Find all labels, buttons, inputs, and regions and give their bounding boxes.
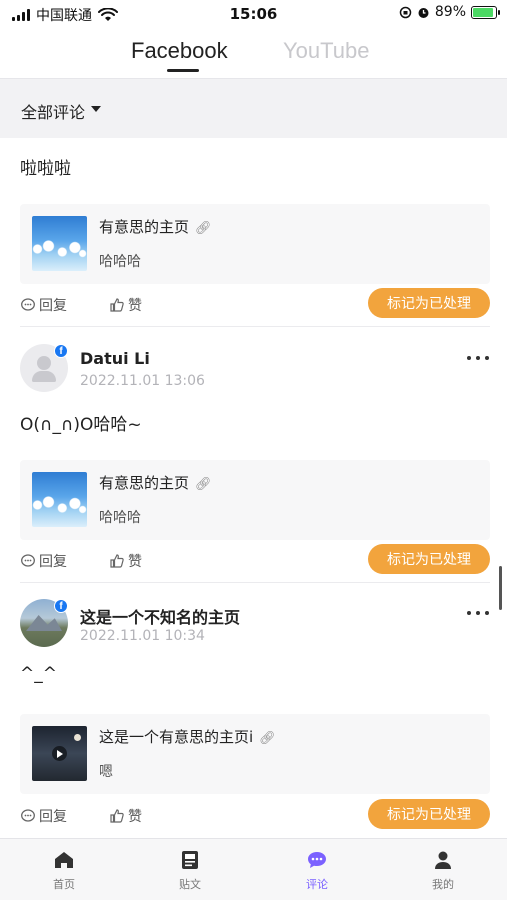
post-thumbnail (32, 472, 87, 527)
scrollbar[interactable] (499, 566, 502, 610)
thumbs-up-icon (110, 809, 124, 823)
nav-home[interactable]: 首页 (24, 849, 104, 892)
status-bar: 中国联通 15:06 89% (0, 0, 507, 28)
more-options-icon[interactable] (467, 356, 489, 360)
filter-bar: 全部评论 (0, 78, 507, 138)
battery-percent: 89% (434, 4, 466, 20)
mark-processed-button[interactable]: 标记为已处理 (368, 544, 490, 574)
home-icon (55, 852, 73, 868)
post-title: 这是一个有意思的主页i 🔗︎ (99, 728, 276, 746)
comment-actions: 回复 赞 标记为已处理 (20, 543, 490, 577)
battery-icon (471, 5, 500, 19)
post-thumbnail (32, 216, 87, 271)
post-card[interactable]: 有意思的主页 🔗︎ 哈哈哈 (20, 460, 490, 540)
bottom-nav: 首页 贴文 评论 我的 (0, 838, 507, 900)
like-button[interactable]: 赞 (109, 806, 142, 826)
comment-time: 2022.11.01 13:06 (80, 373, 205, 389)
divider (20, 326, 490, 327)
author-name[interactable]: 这是一个不知名的主页 (80, 604, 240, 628)
author-name[interactable]: Datui Li (80, 349, 150, 368)
profile-icon (435, 851, 451, 869)
post-title: 有意思的主页 🔗︎ (99, 218, 212, 236)
comment-actions: 回复 赞 标记为已处理 (20, 798, 490, 832)
caret-down-icon[interactable] (91, 106, 101, 112)
thumbs-up-icon (110, 298, 124, 312)
post-subtitle: 哈哈哈 (99, 254, 141, 270)
comment-text: O(∩_∩)O哈哈~ (20, 415, 142, 435)
reply-button[interactable]: 回复 (20, 806, 67, 826)
comment-text: ^_^ (20, 664, 57, 684)
link-icon: 🔗︎ (195, 477, 212, 492)
reply-icon (21, 809, 35, 822)
like-button[interactable]: 赞 (109, 295, 142, 315)
play-icon (52, 746, 67, 761)
platform-tabs: Facebook YouTube (0, 28, 507, 78)
nav-comments[interactable]: 评论 (277, 849, 357, 892)
thumbnail-detail (74, 734, 81, 741)
post-subtitle: 哈哈哈 (99, 510, 141, 526)
reply-button[interactable]: 回复 (20, 551, 67, 571)
reply-icon (21, 554, 35, 567)
like-button[interactable]: 赞 (109, 551, 142, 571)
link-icon: 🔗︎ (195, 221, 212, 236)
comment-actions: 回复 赞 标记为已处理 (20, 287, 490, 321)
comment-text: 啦啦啦 (20, 159, 71, 179)
tab-facebook[interactable]: Facebook (131, 38, 228, 64)
reply-button[interactable]: 回复 (20, 295, 67, 315)
mark-processed-button[interactable]: 标记为已处理 (368, 799, 490, 829)
divider (20, 582, 490, 583)
comment-time: 2022.11.01 10:34 (80, 628, 205, 644)
facebook-badge-icon: f (54, 599, 68, 613)
tab-youtube[interactable]: YouTube (283, 38, 369, 64)
comment-icon (308, 852, 326, 868)
nav-posts[interactable]: 贴文 (150, 849, 230, 892)
post-card[interactable]: 有意思的主页 🔗︎ 哈哈哈 (20, 204, 490, 284)
video-thumbnail (32, 726, 87, 781)
post-icon (182, 851, 198, 869)
facebook-badge-icon: f (54, 344, 68, 358)
orientation-lock-icon (399, 6, 412, 18)
link-icon: 🔗︎ (259, 731, 276, 746)
battery-fill (473, 7, 493, 17)
mark-processed-button[interactable]: 标记为已处理 (368, 288, 490, 318)
nav-profile[interactable]: 我的 (403, 849, 483, 892)
post-subtitle: 嗯 (99, 764, 113, 780)
alarm-icon (418, 7, 429, 18)
post-card[interactable]: 这是一个有意思的主页i 🔗︎ 嗯 (20, 714, 490, 794)
status-right: 89% (399, 4, 500, 20)
more-options-icon[interactable] (467, 611, 489, 615)
active-tab-indicator (167, 69, 199, 72)
reply-icon (21, 298, 35, 311)
comment-filter-dropdown[interactable]: 全部评论 (21, 99, 85, 123)
post-title: 有意思的主页 🔗︎ (99, 474, 212, 492)
thumbs-up-icon (110, 554, 124, 568)
